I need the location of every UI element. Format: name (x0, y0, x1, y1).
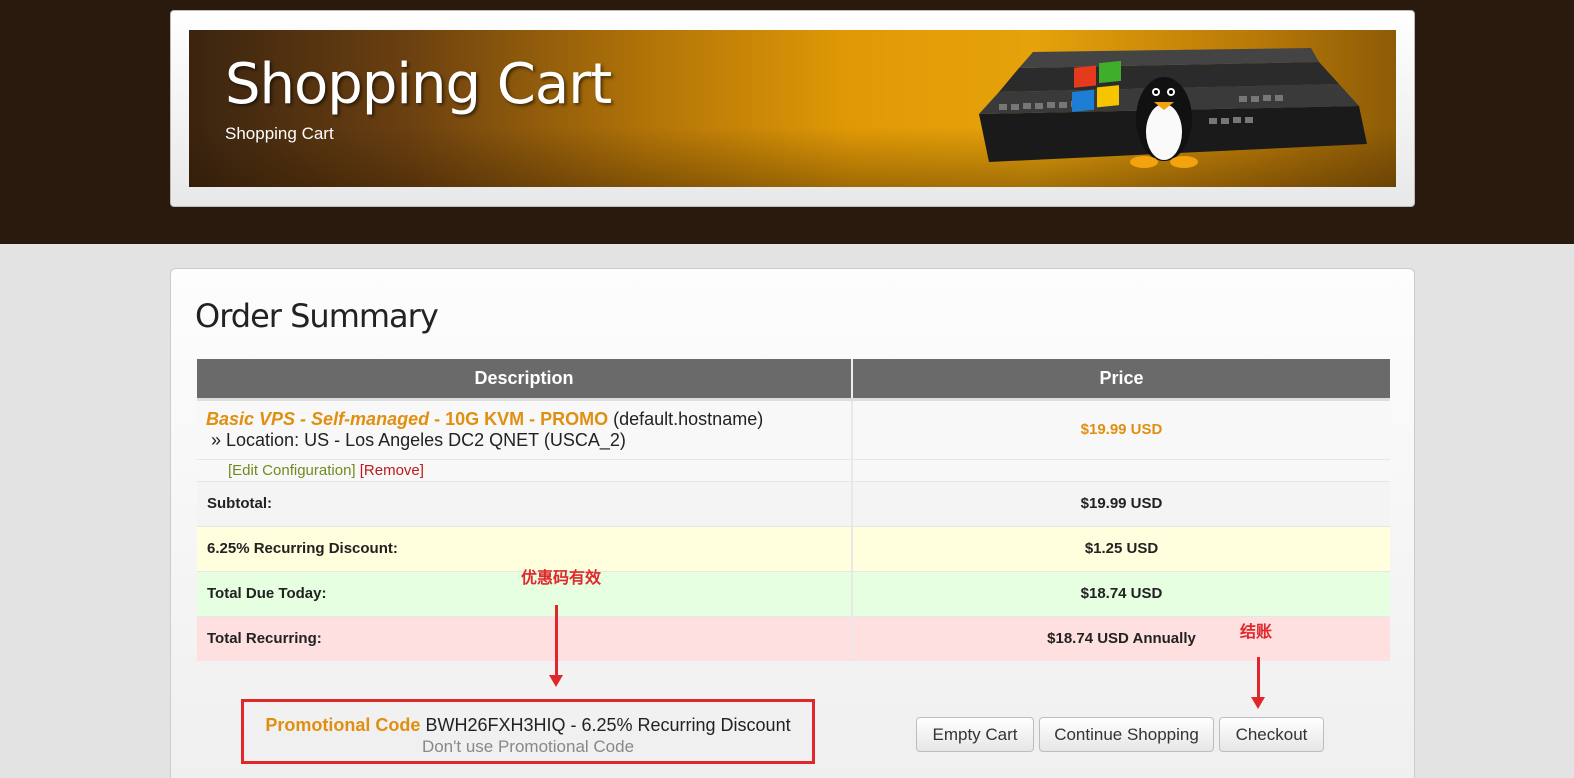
discount-value: $1.25 USD (852, 525, 1390, 571)
product-hostname: (default.hostname) (613, 408, 764, 429)
subtotal-value: $19.99 USD (852, 480, 1390, 526)
promo-code-box: Promotional Code BWH26FXH3HIQ - 6.25% Re… (241, 699, 815, 764)
total-recurring-value: $18.74 USD Annually (852, 615, 1390, 661)
cart-table: Description Price Basic VPS - Self-manag… (197, 359, 1390, 661)
item-price: $19.99 USD (852, 399, 1390, 459)
subtotal-row: Subtotal: $19.99 USD (197, 480, 1390, 526)
product-location: » Location: US - Los Angeles DC2 QNET (U… (211, 429, 626, 450)
empty-cart-button[interactable]: Empty Cart (916, 717, 1034, 752)
discount-row: 6.25% Recurring Discount: $1.25 USD (197, 525, 1390, 571)
cart-item-row: Basic VPS - Self-managed - 10G KVM - PRO… (197, 399, 1390, 459)
annotation-promo-valid: 优惠码有效 (521, 568, 602, 587)
subtotal-label: Subtotal: (197, 480, 853, 526)
total-recurring-label: Total Recurring: (197, 615, 853, 661)
page-subtitle: Shopping Cart (225, 124, 334, 143)
product-separator: - (429, 408, 446, 429)
promo-code-label: Promotional Code (265, 715, 421, 735)
order-summary-title: Order Summary (195, 297, 439, 335)
promo-code-text: BWH26FXH3HIQ - 6.25% Recurring Discount (425, 715, 791, 735)
annotation-checkout: 结账 (1240, 622, 1273, 641)
remove-promo-link[interactable]: Don't use Promotional Code (244, 737, 812, 757)
total-due-row: Total Due Today: $18.74 USD (197, 570, 1390, 616)
order-summary-panel: Order Summary Description Price Basic VP… (170, 268, 1415, 778)
annotation-arrow-checkout (1251, 657, 1265, 709)
server-os-illustration (979, 48, 1367, 168)
product-name: Basic VPS - Self-managed (206, 408, 430, 429)
item-actions-row: [Edit Configuration] [Remove] (197, 458, 1390, 481)
column-header-description: Description (197, 359, 853, 401)
product-plan: 10G KVM - PROMO (445, 408, 609, 429)
total-recurring-row: Total Recurring: $18.74 USD Annually (197, 615, 1390, 661)
header-banner-frame: Shopping Cart Shopping Cart (170, 10, 1415, 207)
continue-shopping-button[interactable]: Continue Shopping (1039, 717, 1214, 752)
header-banner: Shopping Cart Shopping Cart (189, 30, 1396, 187)
page-title: Shopping Cart (225, 52, 612, 117)
checkout-button[interactable]: Checkout (1219, 717, 1324, 752)
item-description: Basic VPS - Self-managed - 10G KVM - PRO… (197, 399, 853, 459)
annotation-arrow-promo (549, 605, 563, 687)
column-header-price: Price (852, 359, 1390, 401)
remove-item-link[interactable]: [Remove] (360, 462, 424, 479)
total-due-value: $18.74 USD (852, 570, 1390, 616)
edit-configuration-link[interactable]: [Edit Configuration] (228, 462, 356, 479)
